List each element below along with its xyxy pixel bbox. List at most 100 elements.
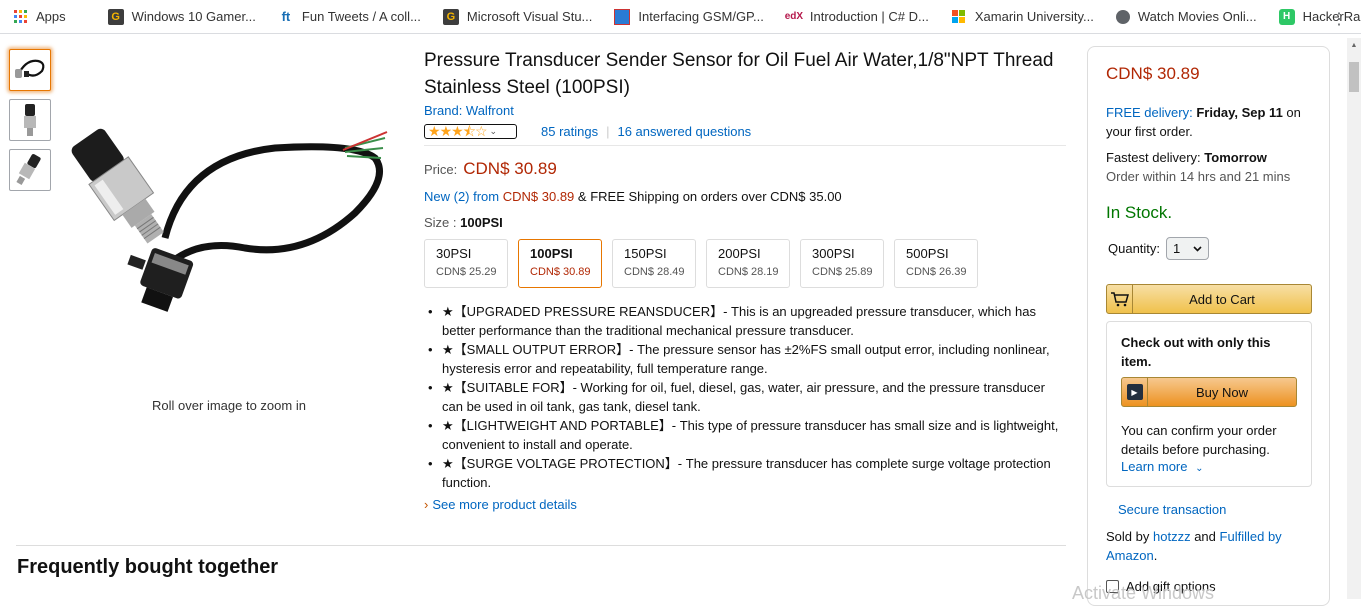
- star-rating[interactable]: ★ ★ ★ ⯪ ☆ ⌄: [424, 122, 517, 139]
- free-shipping-text: & FREE Shipping on orders over CDN$ 35.0…: [577, 189, 842, 204]
- ft-logo-icon: ft: [281, 9, 291, 24]
- product-details: Pressure Transducer Sender Sensor for Oi…: [424, 47, 1066, 512]
- page-scrollbar[interactable]: ▲: [1347, 38, 1361, 599]
- zoom-hint: Roll over image to zoom in: [152, 398, 306, 413]
- bookmark-hackerrank[interactable]: H HackerRank: [1278, 8, 1361, 25]
- size-swatches: 30PSI CDN$ 25.29 100PSI CDN$ 30.89 150PS…: [424, 239, 1066, 288]
- divider-bar: |: [606, 123, 610, 139]
- size-selected: 100PSI: [460, 215, 503, 230]
- bookmark-interfacing-gsm[interactable]: Interfacing GSM/GP...: [614, 8, 764, 25]
- fastest-delivery-label: Fastest delivery:: [1106, 150, 1201, 165]
- quantity-value: 1: [1173, 241, 1181, 256]
- chevron-right-icon: ›: [424, 497, 429, 512]
- size-option-price: CDN$ 28.49: [624, 266, 685, 278]
- bookmark-apps[interactable]: Apps: [12, 9, 66, 25]
- buy-box: CDN$ 30.89 FREE delivery: Friday, Sep 11…: [1087, 46, 1330, 606]
- bookmark-label: Fun Tweets / A coll...: [301, 9, 421, 24]
- checkout-heading: Check out with only this item.: [1121, 335, 1271, 369]
- size-option-100psi[interactable]: 100PSI CDN$ 30.89: [518, 239, 602, 288]
- sold-by-label: Sold by: [1106, 529, 1150, 544]
- size-option-150psi[interactable]: 150PSI CDN$ 28.49: [612, 239, 696, 288]
- buy-now-label: Buy Now: [1195, 384, 1249, 400]
- free-delivery-link[interactable]: FREE delivery:: [1106, 105, 1193, 120]
- size-option-name: 30PSI: [436, 246, 472, 261]
- bookmark-visual-studio[interactable]: G Microsoft Visual Stu...: [442, 8, 593, 25]
- price-value: CDN$ 30.89: [463, 159, 557, 178]
- delivery-suffix: on: [1286, 105, 1301, 120]
- order-within-text: Order within 14 hrs and 21 mins: [1106, 169, 1291, 184]
- star-half-icon: ⯪: [462, 122, 476, 139]
- sold-by-text: Sold by hotzzz and Fulfilled by Amazon.: [1106, 527, 1311, 565]
- star-full-icon: ★: [451, 122, 464, 139]
- size-option-price: CDN$ 30.89: [530, 266, 591, 278]
- bookmark-xamarin[interactable]: Xamarin University...: [951, 9, 1094, 25]
- new-offers-link[interactable]: New (2) from: [424, 189, 499, 204]
- size-option-name: 150PSI: [624, 246, 667, 261]
- size-option-price: CDN$ 25.29: [436, 266, 497, 278]
- seller-link[interactable]: hotzzz: [1153, 529, 1191, 544]
- scrollbar-thumb[interactable]: [1349, 62, 1359, 92]
- size-option-name: 100PSI: [530, 246, 573, 261]
- more-bookmarks-icon[interactable]: ⋮: [1331, 9, 1347, 29]
- feature-bullet: ★【SUITABLE FOR】- Working for oil, fuel, …: [424, 378, 1066, 416]
- size-option-price: CDN$ 26.39: [906, 266, 967, 278]
- confirm-order-text: You can confirm your order details befor…: [1121, 423, 1277, 457]
- bookmark-label: Watch Movies Onli...: [1137, 9, 1257, 24]
- bookmark-label: Windows 10 Gamer...: [131, 9, 256, 24]
- secure-transaction-link[interactable]: Secure transaction: [1118, 502, 1226, 517]
- size-option-200psi[interactable]: 200PSI CDN$ 28.19: [706, 239, 790, 288]
- delivery-date: Friday, Sep 11: [1196, 105, 1283, 120]
- chevron-down-icon: ⌄: [489, 125, 497, 136]
- quantity-select[interactable]: 1: [1166, 237, 1210, 260]
- size-label: Size :: [424, 215, 457, 230]
- see-more-details-link[interactable]: See more product details: [432, 497, 577, 512]
- bookmark-windows10[interactable]: G Windows 10 Gamer...: [107, 8, 256, 25]
- buy-now-button[interactable]: ▶ Buy Now: [1121, 377, 1297, 407]
- play-icon: ▶: [1122, 378, 1148, 406]
- add-to-cart-button[interactable]: Add to Cart: [1106, 284, 1312, 314]
- feature-bullets: ★【UPGRADED PRESSURE REANSDUCER】- This is…: [424, 302, 1066, 492]
- bookmarks-bar: Apps G Windows 10 Gamer... ft Fun Tweets…: [0, 0, 1361, 34]
- feature-bullet: ★【UPGRADED PRESSURE REANSDUCER】- This is…: [424, 302, 1066, 340]
- stock-status: In Stock.: [1106, 203, 1173, 222]
- product-main-image[interactable]: [55, 118, 395, 328]
- ratings-count-link[interactable]: 85 ratings: [541, 124, 598, 139]
- rating-row: ★ ★ ★ ⯪ ☆ ⌄ 85 ratings | 16 answered que…: [424, 123, 1066, 139]
- chevron-down-icon: ⌄: [1195, 463, 1204, 474]
- thumbnail-1[interactable]: [9, 49, 51, 91]
- new-offers-row: New (2) from CDN$ 30.89 & FREE Shipping …: [424, 189, 1066, 204]
- globe-icon: [1115, 9, 1130, 24]
- star-full-icon: ★: [439, 122, 453, 139]
- thumbnail-2[interactable]: [9, 99, 51, 141]
- bookmark-fun-tweets[interactable]: ft Fun Tweets / A coll...: [278, 9, 421, 25]
- thumbnail-3[interactable]: [9, 149, 51, 191]
- buy-now-box: Check out with only this item. ▶ Buy Now…: [1106, 321, 1312, 487]
- see-more-row: › See more product details: [424, 497, 1066, 512]
- quantity-label: Quantity:: [1108, 241, 1161, 256]
- size-option-300psi[interactable]: 300PSI CDN$ 25.89: [800, 239, 884, 288]
- new-offers-price: CDN$ 30.89: [502, 189, 575, 204]
- size-option-price: CDN$ 25.89: [812, 266, 873, 278]
- image-thumbnails: [9, 49, 51, 199]
- bookmark-label: Introduction | C# D...: [809, 9, 929, 24]
- learn-more-link[interactable]: Learn more: [1121, 459, 1187, 474]
- frequently-bought-heading: Frequently bought together: [17, 556, 279, 578]
- bookmark-csharp-intro[interactable]: edX Introduction | C# D...: [785, 9, 929, 25]
- product-title: Pressure Transducer Sender Sensor for Oi…: [424, 50, 1054, 98]
- size-option-price: CDN$ 28.19: [718, 266, 779, 278]
- delivery-info: FREE delivery: Friday, Sep 11 on your fi…: [1106, 103, 1311, 141]
- size-option-500psi[interactable]: 500PSI CDN$ 26.39: [894, 239, 978, 288]
- answered-questions-link[interactable]: 16 answered questions: [617, 124, 751, 139]
- brand-link[interactable]: Brand: Walfront: [424, 103, 514, 118]
- buybox-price: CDN$ 30.89: [1106, 64, 1200, 83]
- g-logo-icon: G: [442, 8, 459, 25]
- bookmark-watch-movies[interactable]: Watch Movies Onli...: [1115, 9, 1257, 24]
- bookmark-label: Microsoft Visual Stu...: [466, 9, 593, 24]
- fastest-delivery: Fastest delivery: Tomorrow Order within …: [1106, 148, 1311, 186]
- size-option-30psi[interactable]: 30PSI CDN$ 25.29: [424, 239, 508, 288]
- scroll-up-icon[interactable]: ▲: [1347, 38, 1361, 52]
- hackerrank-logo-icon: H: [1278, 8, 1295, 25]
- bookmark-label: Apps: [36, 9, 66, 24]
- and-text: and: [1194, 529, 1216, 544]
- star-full-icon: ★: [428, 122, 441, 139]
